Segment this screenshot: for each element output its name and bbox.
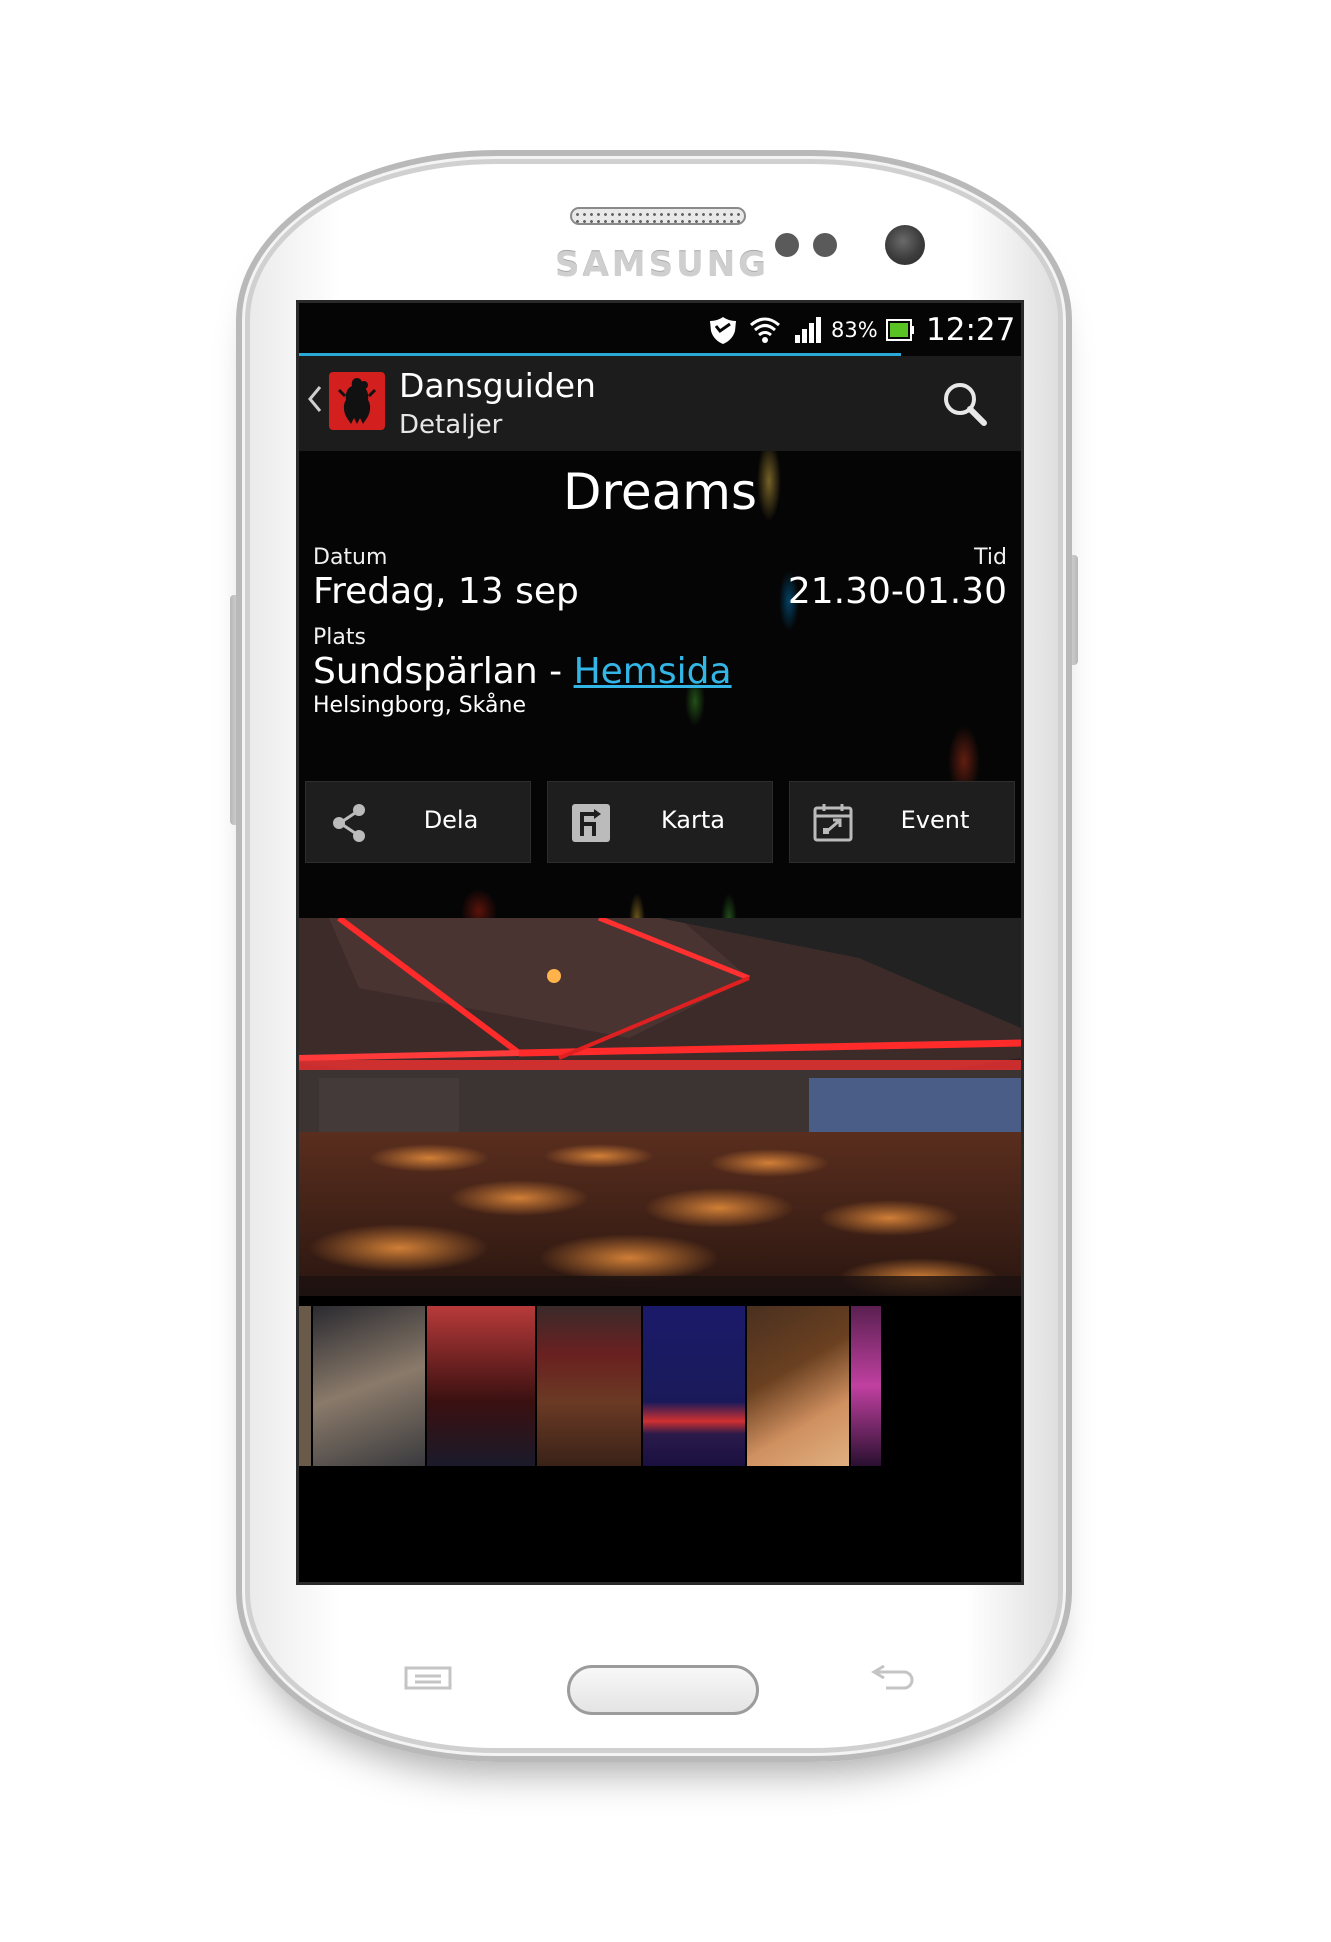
map-button[interactable]: Karta xyxy=(547,781,773,863)
front-camera xyxy=(885,225,925,265)
date-value: Fredag, 13 sep xyxy=(313,571,579,612)
proximity-sensor xyxy=(775,233,799,257)
thumbnail[interactable] xyxy=(427,1306,535,1466)
battery-icon xyxy=(885,311,915,349)
chevron-left-icon[interactable] xyxy=(307,384,323,419)
back-key-icon[interactable] xyxy=(870,1658,920,1692)
signal-icon xyxy=(793,311,825,349)
status-bar: 83% 12:27 xyxy=(299,303,1021,356)
thumbnail[interactable] xyxy=(313,1306,425,1466)
thumbnail[interactable] xyxy=(537,1306,641,1466)
time-value: 21.30-01.30 xyxy=(787,571,1007,612)
event-details: Dreams Datum Fredag, 13 sep Tid 21.30-01… xyxy=(299,451,1021,921)
share-icon xyxy=(328,802,370,844)
menu-key-icon[interactable] xyxy=(403,1665,453,1691)
shield-icon xyxy=(706,311,740,349)
action-bar: Dansguiden Detaljer xyxy=(299,356,1021,451)
search-icon[interactable] xyxy=(937,376,993,432)
screen-subtitle: Detaljer xyxy=(399,410,503,440)
app-logo-icon[interactable] xyxy=(329,372,385,430)
calendar-icon xyxy=(812,802,854,844)
share-label: Dela xyxy=(423,806,479,834)
status-time: 12:27 xyxy=(926,312,1016,348)
thumbnail[interactable] xyxy=(643,1306,745,1466)
place-line: Sundspärlan - Hemsida xyxy=(313,651,732,692)
wifi-icon xyxy=(749,311,781,349)
event-button[interactable]: Event xyxy=(789,781,1015,863)
event-title: Dreams xyxy=(562,463,758,521)
event-label: Event xyxy=(900,806,970,834)
thumbnail[interactable] xyxy=(747,1306,849,1466)
website-link[interactable]: Hemsida xyxy=(574,651,732,692)
thumbnail[interactable] xyxy=(299,1306,311,1466)
venue-photo[interactable] xyxy=(299,918,1021,1296)
photo-thumbnails xyxy=(299,1296,1021,1578)
date-label: Datum xyxy=(313,545,388,570)
thumbnail[interactable] xyxy=(851,1306,881,1466)
place-address: Helsingborg, Skåne xyxy=(313,693,526,718)
directions-icon xyxy=(570,802,612,844)
map-label: Karta xyxy=(660,806,725,834)
brand-logo: SAMSUNG xyxy=(555,245,770,285)
time-label: Tid xyxy=(974,545,1007,570)
battery-percent: 83% xyxy=(831,318,878,342)
place-name: Sundspärlan xyxy=(313,651,538,692)
screen: 83% 12:27 Dansguiden Detaljer Dreams Dat… xyxy=(296,300,1024,1585)
place-separator: - xyxy=(537,651,574,692)
light-sensor xyxy=(813,233,837,257)
home-button[interactable] xyxy=(567,1665,759,1715)
app-title: Dansguiden xyxy=(399,366,596,405)
earpiece-speaker xyxy=(570,207,746,225)
place-label: Plats xyxy=(313,625,366,650)
share-button[interactable]: Dela xyxy=(305,781,531,863)
